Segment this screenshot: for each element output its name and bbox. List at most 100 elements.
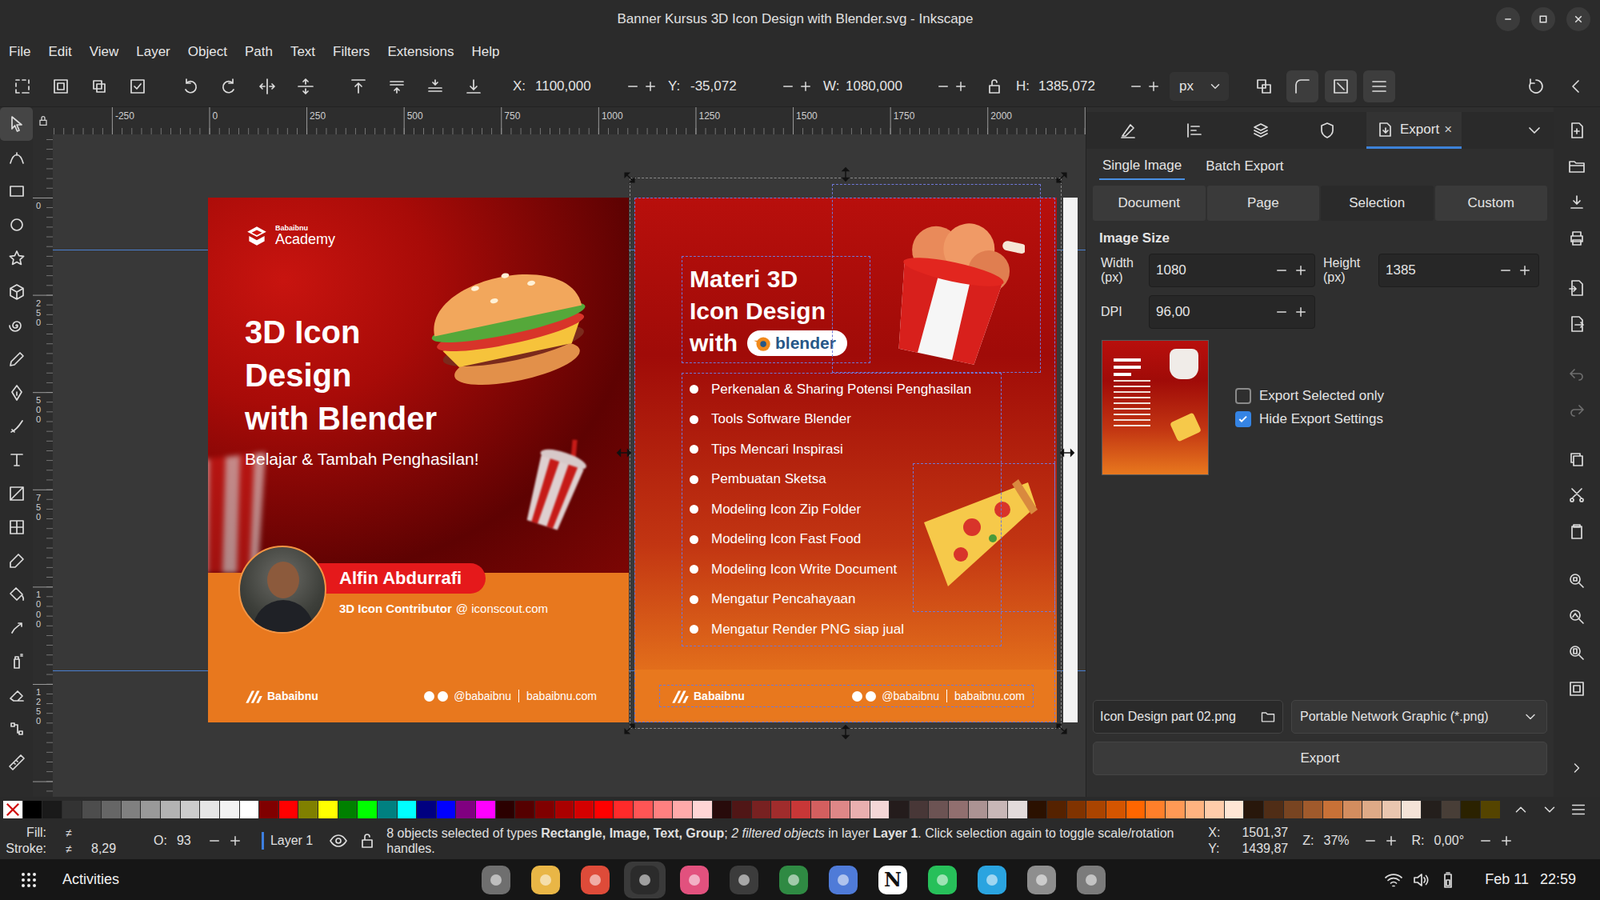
plus-icon[interactable]: [1384, 833, 1399, 848]
touch-button[interactable]: [118, 70, 157, 103]
color-swatch[interactable]: [1165, 800, 1186, 819]
tool-button[interactable]: [0, 443, 33, 477]
scale-handle-icon[interactable]: [615, 444, 633, 462]
selall-button[interactable]: [3, 70, 42, 103]
export-area-button[interactable]: Custom: [1435, 185, 1548, 221]
activities-button[interactable]: Activities: [62, 871, 120, 888]
color-swatch[interactable]: [850, 800, 871, 819]
color-swatch[interactable]: [1185, 800, 1206, 819]
folder-icon[interactable]: [1260, 708, 1276, 725]
plus-icon[interactable]: [643, 79, 658, 94]
plus-icon[interactable]: [1499, 833, 1514, 848]
minimize-button[interactable]: [1496, 7, 1520, 32]
app-launcher[interactable]: [574, 861, 616, 899]
plus-icon[interactable]: [798, 79, 813, 94]
dpi-field[interactable]: 96,00: [1148, 295, 1316, 329]
rotation-value[interactable]: 0,00°: [1433, 833, 1472, 848]
selin-button[interactable]: [41, 70, 80, 103]
chevron-down-icon[interactable]: [1540, 800, 1559, 819]
tool-button[interactable]: [0, 712, 33, 746]
menu-item[interactable]: Extensions: [378, 44, 463, 60]
menu-icon[interactable]: [1569, 800, 1588, 819]
spin-box[interactable]: 1100,000: [530, 72, 661, 101]
tool-button[interactable]: [0, 174, 33, 208]
tool-button[interactable]: [0, 644, 33, 679]
command-button[interactable]: [1559, 670, 1595, 707]
tool-button[interactable]: [0, 577, 33, 612]
collapse-button[interactable]: [1560, 70, 1592, 103]
command-button[interactable]: [1559, 305, 1595, 342]
command-button[interactable]: [1559, 512, 1595, 549]
command-button[interactable]: [1559, 476, 1595, 513]
tool-button[interactable]: [0, 510, 33, 544]
mode-tab[interactable]: Batch Export: [1202, 152, 1287, 180]
canvas[interactable]: BabaibnuAcademy3D IconDesignwith Blender…: [52, 134, 1086, 797]
color-swatch[interactable]: [712, 800, 733, 819]
color-swatch[interactable]: [318, 800, 339, 819]
scale-handle-icon[interactable]: [836, 723, 855, 741]
dock-tab[interactable]: [1160, 112, 1228, 149]
lower-button[interactable]: [416, 70, 455, 103]
checkbox[interactable]: [1235, 411, 1252, 428]
spin-box[interactable]: 1385,072: [1033, 72, 1164, 101]
scale-handle-icon[interactable]: [616, 164, 642, 190]
color-swatch[interactable]: [732, 800, 752, 819]
color-swatch[interactable]: [1401, 800, 1422, 819]
transform-toggle[interactable]: [1324, 70, 1357, 103]
color-swatch[interactable]: [101, 800, 122, 819]
dock-tab[interactable]: [1227, 112, 1294, 149]
color-swatch[interactable]: [279, 800, 300, 819]
syllabus-banner[interactable]: Materi 3DIcon DesignwithblenderPerkenala…: [634, 197, 1057, 723]
app-launcher[interactable]: N: [872, 861, 914, 899]
minus-icon[interactable]: [625, 79, 640, 94]
color-swatch[interactable]: [1421, 800, 1442, 819]
tool-button[interactable]: [0, 107, 33, 141]
minus-icon[interactable]: [1363, 833, 1378, 848]
app-launcher[interactable]: [475, 861, 517, 899]
color-swatch[interactable]: [692, 800, 713, 819]
chevron-down-icon[interactable]: [1524, 120, 1544, 140]
export-area-button[interactable]: Document: [1092, 185, 1206, 221]
transform-toggle[interactable]: [1363, 70, 1396, 103]
fliph-button[interactable]: [248, 70, 287, 103]
spin-box[interactable]: 1080,000: [840, 72, 972, 101]
color-swatch[interactable]: [1047, 800, 1068, 819]
scale-handle-icon[interactable]: [836, 165, 855, 184]
lock-ratio-button[interactable]: [982, 70, 1007, 103]
command-button[interactable]: [1559, 269, 1595, 306]
color-swatch[interactable]: [416, 800, 437, 819]
zoom-value[interactable]: 37%: [1323, 833, 1357, 848]
deselect-button[interactable]: [80, 70, 119, 103]
width-field[interactable]: 1080: [1148, 253, 1316, 288]
color-swatch[interactable]: [535, 800, 556, 819]
color-swatch[interactable]: [121, 800, 142, 819]
mode-tab[interactable]: Single Image: [1099, 152, 1185, 180]
color-swatch[interactable]: [82, 800, 103, 819]
filename-field[interactable]: Icon Design part 02.png: [1092, 700, 1284, 734]
minus-icon[interactable]: [936, 79, 951, 94]
tool-button[interactable]: [0, 140, 33, 175]
color-swatch[interactable]: [613, 800, 634, 819]
color-swatch[interactable]: [968, 800, 989, 819]
minus-icon[interactable]: [1128, 79, 1144, 94]
app-launcher[interactable]: [822, 861, 864, 899]
tool-button[interactable]: [0, 342, 33, 376]
maximize-button[interactable]: [1531, 7, 1556, 32]
color-swatch[interactable]: [1480, 800, 1501, 819]
rotccw-button[interactable]: [171, 70, 210, 103]
tool-button[interactable]: [0, 544, 33, 578]
minus-icon[interactable]: [1498, 263, 1513, 278]
export-option[interactable]: Export Selected only: [1235, 388, 1384, 404]
color-swatch[interactable]: [1028, 800, 1048, 819]
tool-button[interactable]: [0, 678, 33, 712]
export-area-button[interactable]: Page: [1207, 185, 1320, 221]
tool-button[interactable]: [0, 308, 33, 343]
clock[interactable]: Feb 1122:59: [1484, 871, 1576, 888]
dock-tab[interactable]: [1094, 112, 1161, 149]
tool-button[interactable]: [0, 409, 33, 444]
minus-icon[interactable]: [1274, 263, 1289, 278]
dock-tab[interactable]: Export×: [1366, 112, 1462, 149]
color-swatch[interactable]: [672, 800, 693, 819]
height-field[interactable]: 1385: [1378, 253, 1540, 288]
color-swatch[interactable]: [1067, 800, 1088, 819]
